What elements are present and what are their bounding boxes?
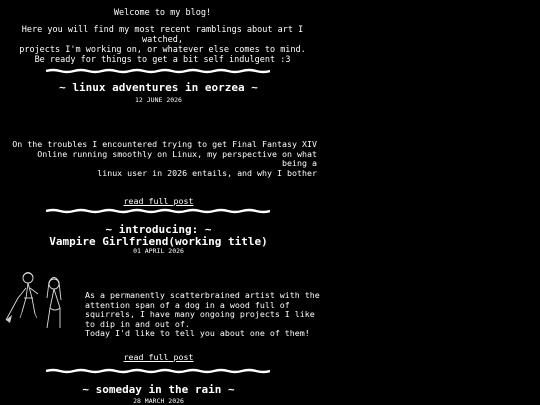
read-full-post-link-text[interactable]: read full post (124, 196, 194, 206)
post-date: 28 MARCH 2026 (133, 397, 184, 405)
post-date: 01 APRIL 2026 (133, 247, 184, 255)
read-full-post-link[interactable]: read full post (0, 196, 317, 206)
wavy-divider (46, 368, 270, 374)
blog-description: Here you will find my most recent rambli… (19, 25, 306, 65)
post-title[interactable]: ~ linux adventures in eorzea ~ (0, 82, 317, 94)
post-excerpt: As a permanently scatterbrained artist w… (85, 290, 320, 338)
welcome-heading: Welcome to my blog! (113, 8, 212, 18)
wavy-divider (46, 68, 270, 74)
wavy-divider (46, 208, 270, 214)
post-date: 12 JUNE 2026 (135, 96, 182, 104)
post-title[interactable]: ~ introducing: ~ Vampire Girlfriend(work… (0, 224, 317, 248)
vampire-girlfriend-illustration (5, 272, 62, 329)
read-full-post-link[interactable]: read full post (0, 352, 317, 362)
post-title[interactable]: ~ someday in the rain ~ (0, 384, 317, 396)
post-excerpt: On the troubles I encountered trying to … (12, 139, 317, 178)
read-full-post-link-text[interactable]: read full post (124, 352, 194, 362)
